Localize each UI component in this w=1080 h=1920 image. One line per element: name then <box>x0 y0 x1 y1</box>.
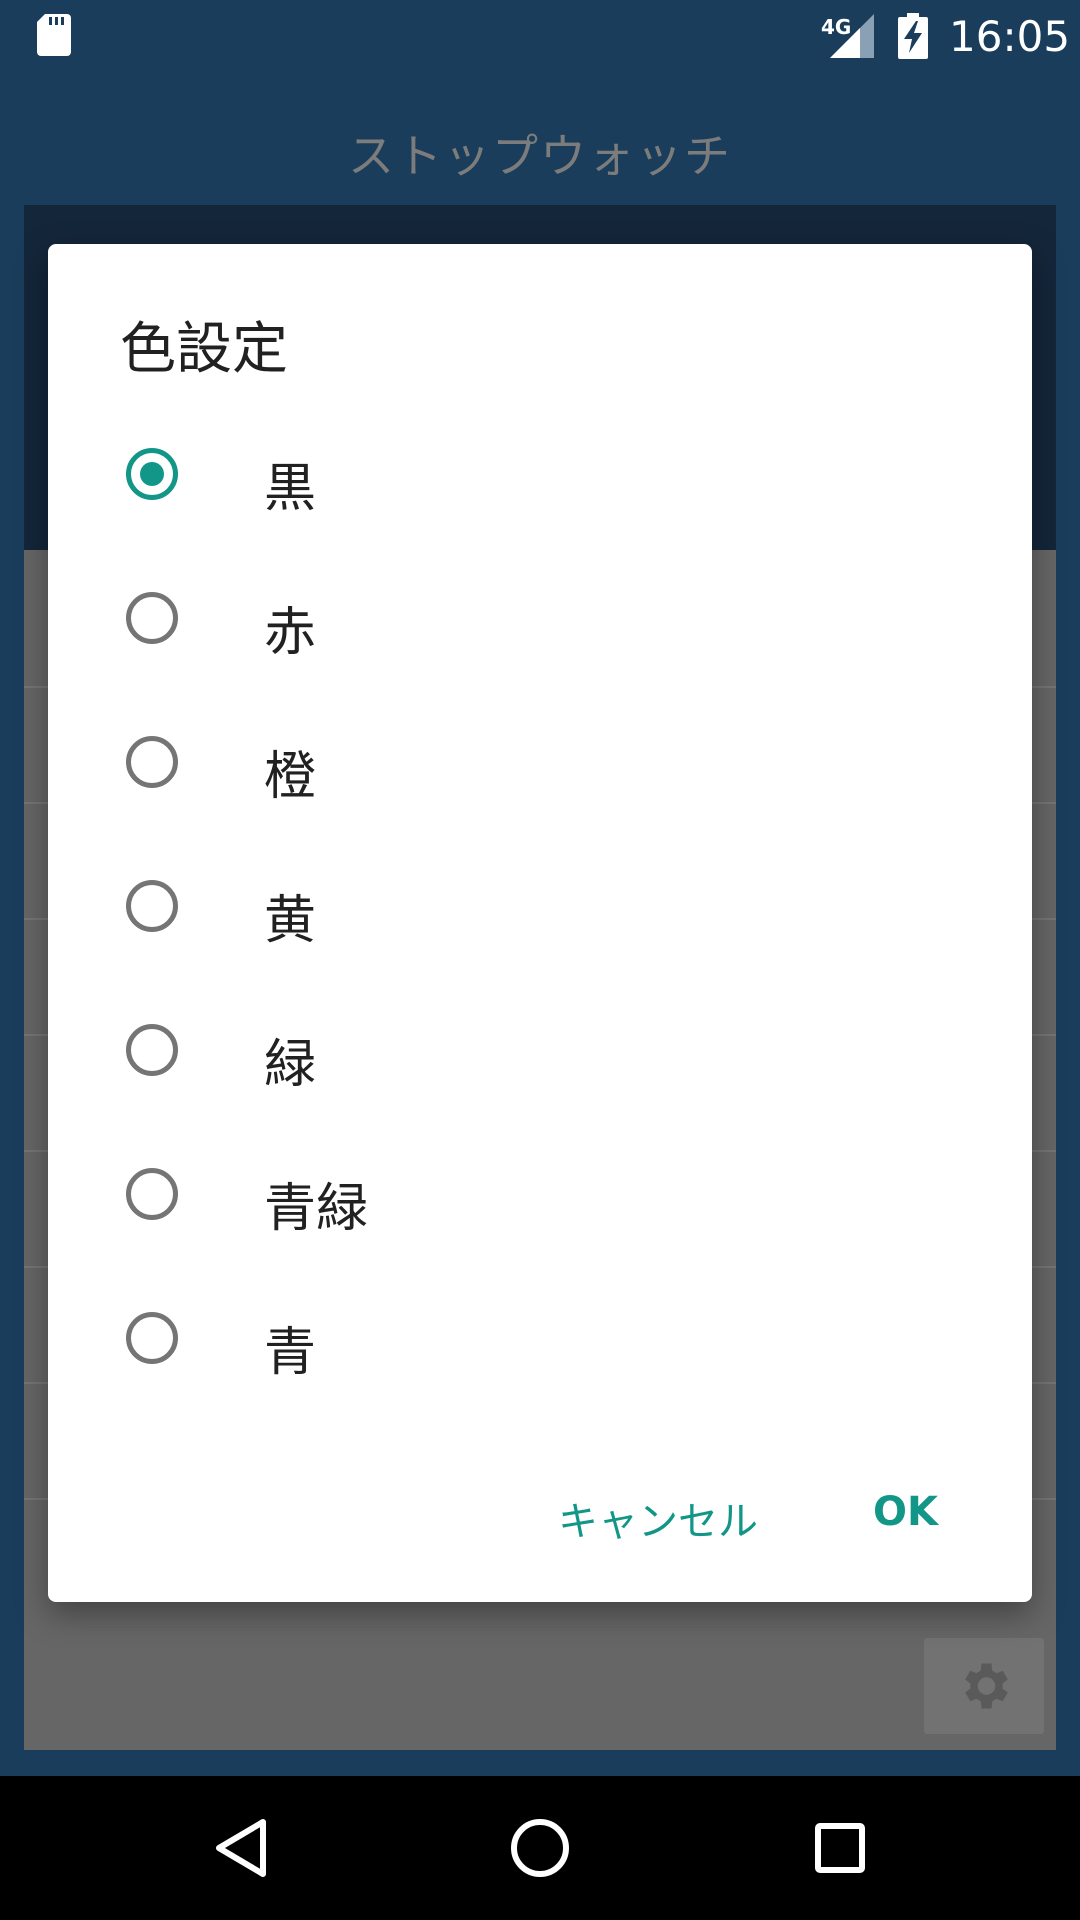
option-label: 黄 <box>264 891 317 951</box>
option-blue[interactable]: 青 <box>48 1270 1032 1414</box>
home-icon[interactable] <box>504 1812 576 1884</box>
radio-button[interactable] <box>126 1168 178 1220</box>
ok-button[interactable]: OK <box>873 1489 938 1535</box>
back-icon[interactable] <box>205 1812 277 1884</box>
option-label: 青緑 <box>264 1179 369 1239</box>
option-yellow[interactable]: 黄 <box>48 838 1032 982</box>
option-teal[interactable]: 青緑 <box>48 1126 1032 1270</box>
option-black[interactable]: 黒 <box>48 406 1032 550</box>
recent-apps-icon[interactable] <box>804 1812 876 1884</box>
radio-button[interactable] <box>126 880 178 932</box>
radio-button[interactable] <box>126 736 178 788</box>
color-settings-dialog: 色設定 黒 赤 橙 黄 緑 青緑 青 キャンセル OK <box>48 244 1032 1602</box>
radio-button[interactable] <box>126 592 178 644</box>
option-label: 緑 <box>264 1035 317 1095</box>
option-label: 黒 <box>264 459 317 519</box>
option-label: 赤 <box>264 603 317 663</box>
option-label: 橙 <box>264 747 317 807</box>
navigation-bar <box>0 1776 1080 1920</box>
cancel-button[interactable]: キャンセル <box>558 1489 758 1547</box>
option-label: 青 <box>264 1323 317 1383</box>
option-orange[interactable]: 橙 <box>48 694 1032 838</box>
radio-button[interactable] <box>126 1312 178 1364</box>
dialog-title: 色設定 <box>120 317 288 382</box>
option-red[interactable]: 赤 <box>48 550 1032 694</box>
radio-button-checked[interactable] <box>126 448 178 500</box>
option-green[interactable]: 緑 <box>48 982 1032 1126</box>
radio-button[interactable] <box>126 1024 178 1076</box>
